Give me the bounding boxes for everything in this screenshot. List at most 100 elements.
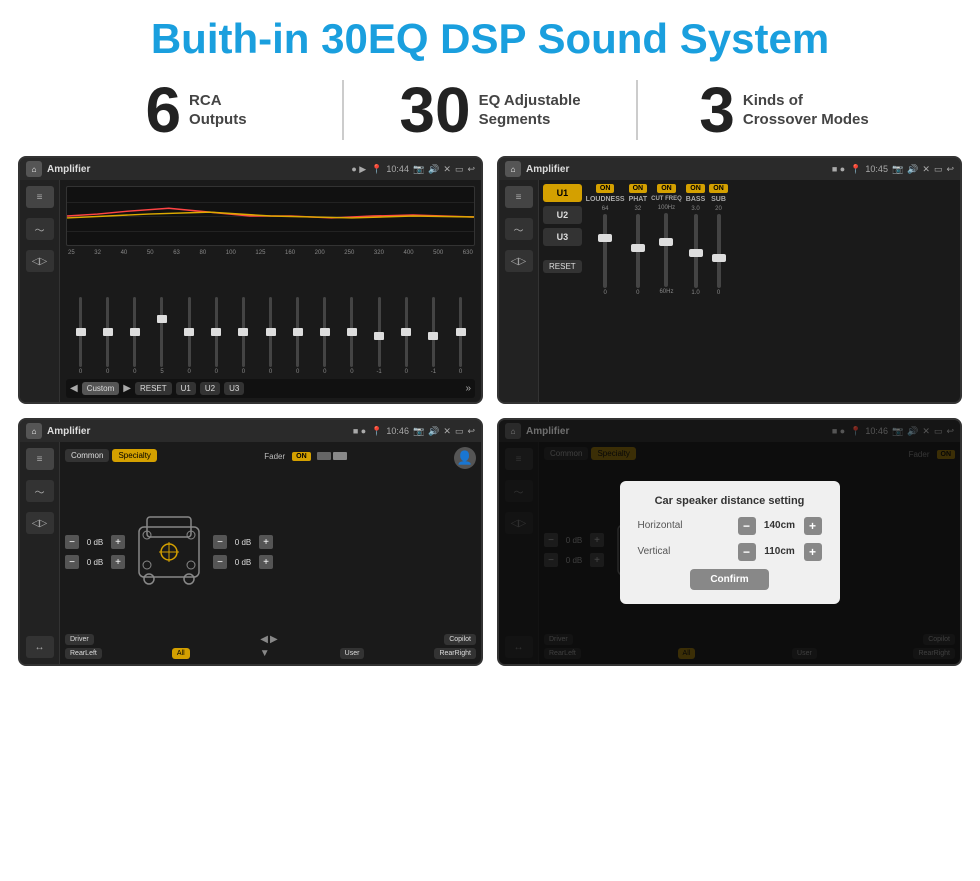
crossover-home-icon[interactable]: ⌂ [505,161,521,177]
cutfreq-label: CUT FREQ [651,196,682,202]
eq-slider-5[interactable]: 0 [204,297,229,375]
db-plus-tr[interactable]: + [259,535,273,549]
down-arrow[interactable]: ▼ [260,648,270,659]
eq-sidebar-wave[interactable]: 〜 [26,218,54,240]
u3-button[interactable]: U3 [543,228,582,246]
speaker-sidebar-eq[interactable]: ≡ [26,448,54,470]
eq-next-icon[interactable]: ▶ [123,383,131,394]
copilot-btn[interactable]: Copilot [444,634,476,645]
eq-u1-btn[interactable]: U1 [176,382,196,395]
crossover-location-icon: 📍 [850,164,861,175]
person-icon[interactable]: 👤 [454,447,476,469]
eq-slider-11[interactable]: -1 [367,297,392,375]
eq-thumb-7[interactable] [266,328,276,336]
home-icon[interactable]: ⌂ [26,161,42,177]
eq-slider-0[interactable]: 0 [68,297,93,375]
eq-slider-14[interactable]: 0 [448,297,473,375]
eq-sidebar-vol[interactable]: ◁▷ [26,250,54,272]
crossover-screen-content: ≡ 〜 ◁▷ U1 U2 U3 RESET ON LOUDNESS [499,180,960,402]
eq-expand-icon[interactable]: » [465,383,471,394]
eq-slider-10[interactable]: 0 [339,297,364,375]
sub-on[interactable]: ON [709,184,728,193]
phat-on[interactable]: ON [629,184,648,193]
horizontal-plus[interactable]: + [804,517,822,535]
eq-thumb-11[interactable] [374,332,384,340]
sub-thumb[interactable] [712,254,726,262]
confirm-button[interactable]: Confirm [690,569,768,590]
eq-thumb-9[interactable] [320,328,330,336]
eq-thumb-0[interactable] [76,328,86,336]
eq-u2-btn[interactable]: U2 [200,382,220,395]
eq-thumb-1[interactable] [103,328,113,336]
eq-thumb-4[interactable] [184,328,194,336]
horizontal-minus[interactable]: − [738,517,756,535]
u1-button[interactable]: U1 [543,184,582,202]
left-arrow[interactable]: ◀ [260,634,268,645]
rearright-btn[interactable]: RearRight [434,648,476,659]
tab-common[interactable]: Common [65,449,109,462]
loudness-on[interactable]: ON [596,184,615,193]
eq-thumb-14[interactable] [456,328,466,336]
crossover-sidebar: ≡ 〜 ◁▷ [499,180,539,402]
speaker-sidebar-wave[interactable]: 〜 [26,480,54,502]
bass-thumb[interactable] [689,249,703,257]
speaker-sidebar-4[interactable]: ↔ [26,636,54,658]
eq-thumb-13[interactable] [428,332,438,340]
u2-button[interactable]: U2 [543,206,582,224]
crossover-reset-btn[interactable]: RESET [543,260,582,273]
eq-slider-2[interactable]: 0 [122,297,147,375]
bass-slider[interactable] [694,214,698,288]
eq-slider-8[interactable]: 0 [285,297,310,375]
bass-on[interactable]: ON [686,184,705,193]
eq-sidebar-eq[interactable]: ≡ [26,186,54,208]
crossover-sidebar-eq[interactable]: ≡ [505,186,533,208]
eq-slider-3[interactable]: 5 [149,297,174,375]
vertical-plus[interactable]: + [804,543,822,561]
tab-specialty[interactable]: Specialty [112,449,156,462]
eq-slider-9[interactable]: 0 [312,297,337,375]
eq-slider-12[interactable]: 0 [394,297,419,375]
db-minus-tr[interactable]: − [213,535,227,549]
speaker-home-icon[interactable]: ⌂ [26,423,42,439]
eq-u3-btn[interactable]: U3 [224,382,244,395]
eq-thumb-2[interactable] [130,328,140,336]
crossover-sidebar-vol[interactable]: ◁▷ [505,250,533,272]
cutfreq-thumb[interactable] [659,238,673,246]
eq-reset-btn[interactable]: RESET [135,382,172,395]
eq-thumb-12[interactable] [401,328,411,336]
driver-btn[interactable]: Driver [65,634,94,645]
user-btn[interactable]: User [340,648,365,659]
sub-slider[interactable] [717,214,721,288]
right-arrow[interactable]: ▶ [270,634,278,645]
all-btn[interactable]: All [172,648,190,659]
crossover-sidebar-wave[interactable]: 〜 [505,218,533,240]
eq-thumb-10[interactable] [347,328,357,336]
eq-slider-7[interactable]: 0 [258,297,283,375]
db-minus-tl[interactable]: − [65,535,79,549]
eq-prev-icon[interactable]: ◀ [70,383,78,394]
phat-thumb[interactable] [631,244,645,252]
eq-slider-4[interactable]: 0 [177,297,202,375]
db-plus-tl[interactable]: + [111,535,125,549]
cutfreq-slider[interactable] [664,213,668,287]
db-plus-br[interactable]: + [259,555,273,569]
phat-slider[interactable] [636,214,640,288]
eq-preset-custom[interactable]: Custom [82,382,120,395]
vertical-minus[interactable]: − [738,543,756,561]
eq-thumb-6[interactable] [238,328,248,336]
speaker-sidebar-vol[interactable]: ◁▷ [26,512,54,534]
eq-slider-1[interactable]: 0 [95,297,120,375]
db-plus-bl[interactable]: + [111,555,125,569]
eq-thumb-3[interactable] [157,315,167,323]
loudness-slider[interactable] [603,214,607,288]
eq-slider-13[interactable]: -1 [421,297,446,375]
db-minus-bl[interactable]: − [65,555,79,569]
fader-on-badge[interactable]: ON [292,452,311,461]
eq-thumb-8[interactable] [293,328,303,336]
db-minus-br[interactable]: − [213,555,227,569]
eq-slider-6[interactable]: 0 [231,297,256,375]
eq-thumb-5[interactable] [211,328,221,336]
rearleft-btn[interactable]: RearLeft [65,648,102,659]
loudness-thumb[interactable] [598,234,612,242]
cutfreq-on[interactable]: ON [657,184,676,193]
